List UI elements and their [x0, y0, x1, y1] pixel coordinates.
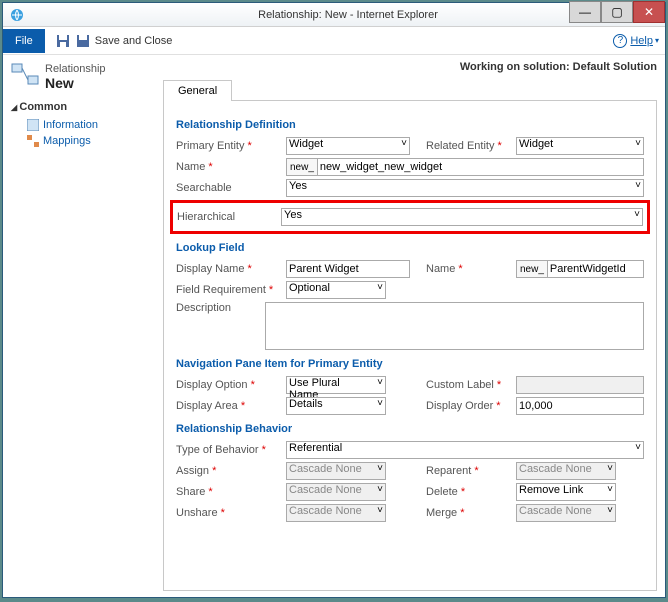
input-display-order[interactable] — [516, 397, 644, 415]
titlebar: Relationship: New - Internet Explorer — … — [3, 3, 665, 27]
label-display-name: Display Name — [176, 263, 286, 275]
tabstrip: General — [163, 79, 657, 101]
select-type-behavior[interactable]: Referential — [286, 441, 644, 459]
select-hierarchical[interactable]: Yes — [281, 208, 643, 226]
textarea-description[interactable] — [265, 302, 644, 350]
label-share: Share — [176, 486, 286, 498]
info-icon — [27, 119, 39, 131]
label-type-behavior: Type of Behavior — [176, 444, 286, 456]
toolbar: File Save and Close ? Help ▾ — [3, 27, 665, 55]
mappings-icon — [27, 135, 39, 147]
select-display-area[interactable]: Details — [286, 397, 386, 415]
label-custom-label: Custom Label — [426, 379, 516, 391]
label-merge: Merge — [426, 507, 516, 519]
file-menu[interactable]: File — [3, 29, 45, 53]
relationship-icon — [11, 63, 39, 85]
select-delete[interactable]: Remove Link — [516, 483, 616, 501]
label-display-area: Display Area — [176, 400, 286, 412]
input-custom-label — [516, 376, 644, 394]
section-relationship-definition: Relationship Definition — [176, 119, 644, 131]
select-assign: Cascade None — [286, 462, 386, 480]
nav-information[interactable]: Information — [11, 117, 155, 133]
label-related-entity: Related Entity — [426, 140, 516, 152]
hierarchical-highlight: Hierarchical Yes — [170, 200, 650, 234]
section-nav-pane: Navigation Pane Item for Primary Entity — [176, 358, 644, 370]
select-field-requirement[interactable]: Optional — [286, 281, 386, 299]
lookup-name-prefix: new_ — [516, 260, 547, 278]
label-description: Description — [176, 302, 265, 314]
label-assign: Assign — [176, 465, 286, 477]
ie-icon — [9, 7, 25, 23]
select-reparent: Cascade None — [516, 462, 616, 480]
help-link[interactable]: ? Help ▾ — [613, 34, 659, 48]
label-delete: Delete — [426, 486, 516, 498]
select-related-entity[interactable]: Widget — [516, 137, 644, 155]
section-lookup-field: Lookup Field — [176, 242, 644, 254]
name-prefix: new_ — [286, 158, 317, 176]
save-close-button[interactable]: Save and Close — [95, 35, 173, 47]
select-unshare: Cascade None — [286, 504, 386, 522]
form-body: Relationship Definition Primary Entity W… — [163, 101, 657, 591]
save-icon[interactable] — [55, 33, 71, 49]
label-primary-entity: Primary Entity — [176, 140, 286, 152]
label-unshare: Unshare — [176, 507, 286, 519]
label-lookup-name: Name — [426, 263, 516, 275]
entity-name: New — [45, 75, 106, 91]
label-display-option: Display Option — [176, 379, 286, 391]
help-icon: ? — [613, 34, 627, 48]
left-nav: Relationship New Common Information Mapp… — [3, 55, 163, 597]
label-name: Name — [176, 161, 286, 173]
tab-general[interactable]: General — [163, 80, 232, 101]
input-display-name[interactable] — [286, 260, 410, 278]
entity-type: Relationship — [45, 63, 106, 75]
close-button[interactable]: ✕ — [633, 1, 665, 23]
minimize-button[interactable]: — — [569, 1, 601, 23]
select-display-option[interactable]: Use Plural Name — [286, 376, 386, 394]
solution-context: Working on solution: Default Solution — [163, 61, 657, 73]
save-close-icon[interactable] — [75, 33, 91, 49]
nav-common-header[interactable]: Common — [11, 101, 155, 113]
nav-mappings[interactable]: Mappings — [11, 133, 155, 149]
label-display-order: Display Order — [426, 400, 516, 412]
label-hierarchical: Hierarchical — [177, 211, 281, 223]
input-name[interactable] — [317, 158, 644, 176]
select-share: Cascade None — [286, 483, 386, 501]
section-behavior: Relationship Behavior — [176, 423, 644, 435]
window: Relationship: New - Internet Explorer — … — [2, 2, 666, 598]
select-merge: Cascade None — [516, 504, 616, 522]
maximize-button[interactable]: ▢ — [601, 1, 633, 23]
select-searchable[interactable]: Yes — [286, 179, 644, 197]
select-primary-entity[interactable]: Widget — [286, 137, 410, 155]
input-lookup-name[interactable] — [547, 260, 644, 278]
label-searchable: Searchable — [176, 182, 286, 194]
label-field-requirement: Field Requirement — [176, 284, 286, 296]
label-reparent: Reparent — [426, 465, 516, 477]
